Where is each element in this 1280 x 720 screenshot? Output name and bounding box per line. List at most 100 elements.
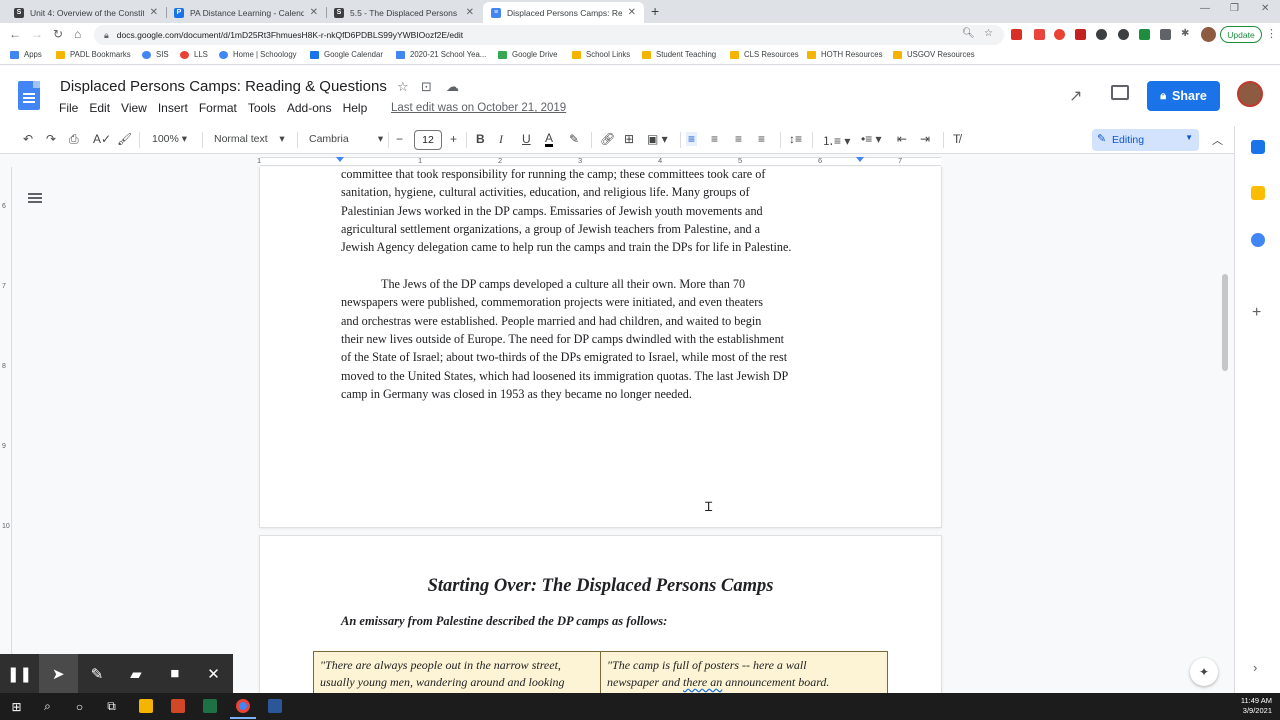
link-icon[interactable]: 🔗︎ (600, 132, 615, 146)
document-title[interactable]: Displaced Persons Camps: Reading & Quest… (60, 78, 387, 95)
browser-tab-4-active[interactable]: ≡ Displaced Persons Camps: Readi ✕ (483, 2, 644, 23)
gmail-extension-icon[interactable] (1011, 29, 1022, 40)
font-size-input[interactable]: 12 (414, 130, 442, 150)
align-right-icon[interactable]: ≡ (735, 132, 742, 146)
paragraph-1[interactable]: committee that took responsibility for r… (341, 167, 861, 257)
menu-file[interactable]: File (59, 101, 78, 115)
decrease-font-size-icon[interactable]: − (396, 132, 403, 146)
bookmark-star-icon[interactable]: ☆ (984, 28, 993, 39)
collapse-menus-icon[interactable]: ︿ (1212, 132, 1223, 148)
extension-icon[interactable] (1054, 29, 1065, 40)
windows-start-icon[interactable]: ⊞ (9, 699, 24, 714)
add-ons-plus-icon[interactable]: + (1252, 304, 1261, 322)
insert-comment-icon[interactable]: ⊞ (624, 132, 634, 146)
ruler-track[interactable] (260, 157, 941, 166)
bookmark-schoology[interactable]: Home | Schoology (219, 50, 297, 59)
google-docs-logo-icon[interactable] (18, 81, 40, 110)
account-avatar[interactable] (1237, 81, 1263, 107)
chrome-icon[interactable] (236, 699, 250, 713)
last-edit-link[interactable]: Last edit was on October 21, 2019 (391, 102, 566, 114)
explore-button[interactable]: ✦ (1190, 658, 1218, 686)
menu-edit[interactable]: Edit (89, 101, 110, 115)
cortana-icon[interactable]: ○ (72, 699, 87, 714)
clear-formatting-icon[interactable]: T̸ (953, 132, 960, 146)
document-outline-icon[interactable] (28, 193, 42, 207)
update-button[interactable]: Update (1220, 26, 1262, 43)
puzzle-icon[interactable]: ✱ (1181, 28, 1189, 39)
line-spacing-icon[interactable]: ↕≡ (789, 132, 802, 146)
paint-format-icon[interactable]: 🖌︎ (117, 132, 132, 146)
pause-icon[interactable]: ❚❚ (0, 654, 39, 693)
more-menu-icon[interactable]: ⋮ (1266, 27, 1277, 40)
bookmark-google-calendar[interactable]: Google Calendar (310, 50, 383, 59)
browser-tab-2[interactable]: P PA Distance Learning - Calendar ✕ (166, 2, 326, 23)
window-close-icon[interactable]: ✕ (1261, 3, 1269, 14)
address-bar[interactable]: 🔒︎ docs.google.com/document/d/1mD25Rt3Fh… (94, 25, 1004, 45)
numbered-list-icon[interactable]: ⒈≡ ▾ (822, 132, 850, 149)
bookmark-apps[interactable]: Apps (10, 50, 42, 59)
bookmark-usgov-resources[interactable]: USGOV Resources (893, 50, 975, 59)
browser-tab-1[interactable]: S Unit 4: Overview of the Constitu ✕ (6, 2, 166, 23)
show-side-panel-icon[interactable]: › (1253, 660, 1257, 675)
new-tab-plus-icon[interactable]: + (651, 3, 659, 19)
text-color-icon[interactable]: A (545, 132, 554, 147)
quote-table[interactable]: "There are always people out in the narr… (313, 651, 888, 693)
align-left-icon[interactable]: ≡ (686, 132, 698, 146)
share-button[interactable]: 🔒︎ Share (1147, 81, 1220, 111)
bookmark-google-drive[interactable]: Google Drive (498, 50, 558, 59)
underline-icon[interactable]: U (522, 132, 531, 146)
extension-icon[interactable] (1118, 29, 1129, 40)
word-icon[interactable] (268, 699, 282, 713)
decrease-indent-icon[interactable]: ⇤ (897, 132, 907, 146)
tasks-icon[interactable] (1251, 233, 1265, 247)
increase-font-size-icon[interactable]: + (450, 132, 457, 146)
extension-icon[interactable] (1034, 29, 1045, 40)
powerpoint-icon[interactable] (171, 699, 185, 713)
justify-icon[interactable]: ≡ (758, 132, 765, 146)
spellcheck-icon[interactable]: A✓ (93, 132, 111, 146)
reload-icon[interactable]: ↻ (53, 27, 63, 41)
right-indent-marker[interactable] (856, 157, 864, 162)
browser-tab-3[interactable]: S 5.5 - The Displaced Persons Camp ✕ (326, 2, 482, 23)
close-icon[interactable]: ✕ (466, 7, 474, 18)
close-icon[interactable]: ✕ (194, 654, 233, 693)
document-page[interactable]: Starting Over: The Displaced Persons Cam… (260, 536, 941, 693)
print-icon[interactable]: ⎙ (69, 132, 79, 147)
insert-image-icon[interactable]: ▣ ▾ (647, 132, 668, 146)
zoom-search-icon[interactable]: 🔍︎ (962, 28, 975, 39)
excel-icon[interactable] (203, 699, 217, 713)
extension-icon[interactable] (1096, 29, 1107, 40)
forward-icon[interactable]: → (31, 27, 43, 41)
bulleted-list-icon[interactable]: •≡ ▾ (861, 132, 882, 146)
calendar-icon[interactable] (1251, 140, 1265, 154)
italic-icon[interactable]: I (499, 132, 503, 147)
style-select[interactable]: Normal text ▾ (214, 133, 285, 145)
task-view-icon[interactable]: ⧉ (104, 699, 119, 714)
highlighter-icon[interactable]: ▰ (116, 654, 155, 693)
file-explorer-icon[interactable] (139, 699, 153, 713)
bookmark-hoth-resources[interactable]: HOTH Resources (807, 50, 883, 59)
close-icon[interactable]: ✕ (150, 7, 158, 18)
paragraph-2[interactable]: The Jews of the DP camps developed a cul… (341, 275, 861, 403)
bookmark-padl[interactable]: PADL Bookmarks (56, 50, 131, 59)
menu-format[interactable]: Format (199, 101, 237, 115)
vertical-scrollbar[interactable] (1222, 274, 1228, 371)
grammar-suggestion[interactable]: there an (683, 675, 722, 689)
move-folder-icon[interactable]: ⊡ (421, 79, 432, 95)
close-icon[interactable]: ✕ (310, 7, 318, 18)
align-center-icon[interactable]: ≡ (711, 132, 718, 146)
menu-help[interactable]: Help (343, 101, 368, 115)
bookmark-school-year[interactable]: 2020-21 School Yea... (396, 50, 486, 59)
menu-add-ons[interactable]: Add-ons (287, 101, 332, 115)
document-page[interactable]: committee that took responsibility for r… (260, 167, 941, 527)
editing-mode-select[interactable]: ✎ Editing ▼ (1092, 129, 1199, 151)
pdf-extension-icon[interactable] (1075, 29, 1086, 40)
menu-view[interactable]: View (121, 101, 147, 115)
keep-icon[interactable] (1251, 186, 1265, 200)
quote-cell-right[interactable]: "The camp is full of posters -- here a w… (600, 652, 887, 693)
restore-icon[interactable]: ❐ (1230, 3, 1239, 14)
star-icon[interactable]: ☆ (397, 79, 409, 95)
search-icon[interactable]: ⌕ (40, 699, 55, 714)
minimize-icon[interactable]: — (1200, 3, 1210, 14)
undo-icon[interactable]: ↶ (23, 132, 33, 146)
